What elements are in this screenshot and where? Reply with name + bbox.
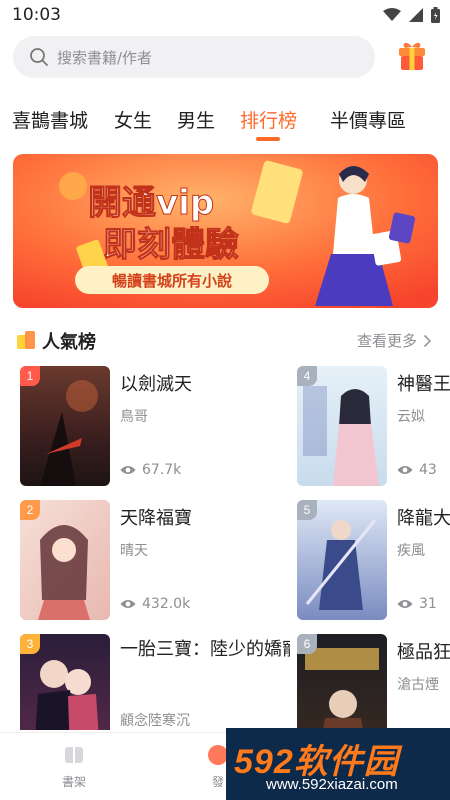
book-card-4[interactable]: 4 神醫王 云姒 43 <box>297 366 450 488</box>
rank-badge: 1 <box>20 366 40 386</box>
ranking-icon <box>17 331 35 349</box>
status-icons <box>383 7 440 23</box>
status-bar: 10:03 <box>0 0 450 32</box>
banner-headline-2: 即刻體驗 <box>103 225 239 265</box>
view-count: 432.0k <box>142 596 191 612</box>
rank-badge: 2 <box>20 500 40 520</box>
tab-ranking[interactable]: 排行榜 <box>240 106 297 133</box>
eye-icon <box>120 600 136 608</box>
view-count: 67.7k <box>142 462 182 478</box>
vip-banner[interactable]: 開通vip 即刻體驗 暢讀書城所有小說 <box>13 154 438 308</box>
status-time: 10:03 <box>12 5 61 25</box>
book-author: 晴天 <box>120 543 148 559</box>
book-title: 一胎三寶：陸少的嬌寵妻 <box>120 639 290 660</box>
search-input[interactable]: 搜索書籍/作者 <box>13 36 375 78</box>
popularity-ranking-header: 人氣榜 查看更多 <box>0 322 450 356</box>
rank-badge: 6 <box>297 634 317 654</box>
active-tab-indicator <box>256 137 280 141</box>
banner-text-layer: 開通vip 即刻體驗 暢讀書城所有小說 <box>75 183 269 294</box>
search-icon <box>30 48 48 66</box>
book-author: 鳥哥 <box>120 409 148 425</box>
book-card-2[interactable]: 2 天降福寶 晴天 432.0k <box>20 500 290 622</box>
book-author: 滄古煙 <box>397 677 439 693</box>
tab-male[interactable]: 男生 <box>177 106 215 133</box>
book-title: 神醫王 <box>397 374 450 395</box>
watermark: 592软件园 www.592xiazai.com <box>226 728 450 800</box>
section-title: 人氣榜 <box>42 332 96 353</box>
view-count: 31 <box>419 596 437 612</box>
tab-female[interactable]: 女生 <box>114 106 152 133</box>
book-card-5[interactable]: 5 降龍大 疾風 31 <box>297 500 450 622</box>
signal-icon <box>409 8 423 22</box>
nav-bookshelf[interactable]: 書架 <box>34 733 114 800</box>
tab-home-store[interactable]: 喜鵲書城 <box>12 106 88 133</box>
category-tabs: 喜鵲書城 女生 男生 排行榜 半價專區 <box>0 100 450 144</box>
banner-subtitle: 暢讀書城所有小說 <box>112 272 232 290</box>
watermark-url: www.592xiazai.com <box>266 776 398 793</box>
wifi-icon <box>383 8 401 21</box>
chevron-right-icon <box>423 334 432 347</box>
book-card-6[interactable]: 6 極品狂 滄古煙 <box>297 634 450 730</box>
view-count: 43 <box>419 462 437 478</box>
gift-button[interactable] <box>394 38 430 74</box>
rank-badge: 5 <box>297 500 317 520</box>
battery-icon <box>431 7 440 23</box>
see-more-link[interactable]: 查看更多 <box>357 330 432 351</box>
book-title: 以劍滅天 <box>120 374 192 395</box>
see-more-label: 查看更多 <box>356 332 417 350</box>
banner-headline-1: 開通vip <box>88 183 214 223</box>
eye-icon <box>397 600 413 608</box>
eye-icon <box>120 466 136 474</box>
nav-label: 書架 <box>61 775 86 789</box>
search-placeholder: 搜索書籍/作者 <box>57 49 153 67</box>
book-views: 31 <box>397 596 437 612</box>
book-title: 天降福寶 <box>120 508 192 529</box>
tab-half-price[interactable]: 半價專區 <box>330 106 406 133</box>
rank-badge: 4 <box>297 366 317 386</box>
gift-icon <box>399 42 425 70</box>
eye-icon <box>397 466 413 474</box>
book-author: 顧念陸寒沉 <box>120 713 190 729</box>
book-title: 降龍大 <box>397 508 450 529</box>
book-author: 云姒 <box>397 409 425 425</box>
book-views: 43 <box>397 462 437 478</box>
bookshelf-icon <box>65 747 83 763</box>
book-card-3[interactable]: 3 一胎三寶：陸少的嬌寵妻 顧念陸寒沉 <box>20 634 290 730</box>
book-views: 67.7k <box>120 462 181 478</box>
book-author: 疾風 <box>397 543 425 559</box>
rank-badge: 3 <box>20 634 40 654</box>
book-views: 432.0k <box>120 596 190 612</box>
book-title: 極品狂 <box>397 642 450 663</box>
book-card-1[interactable]: 1 以劍滅天 鳥哥 67.7k <box>20 366 290 488</box>
